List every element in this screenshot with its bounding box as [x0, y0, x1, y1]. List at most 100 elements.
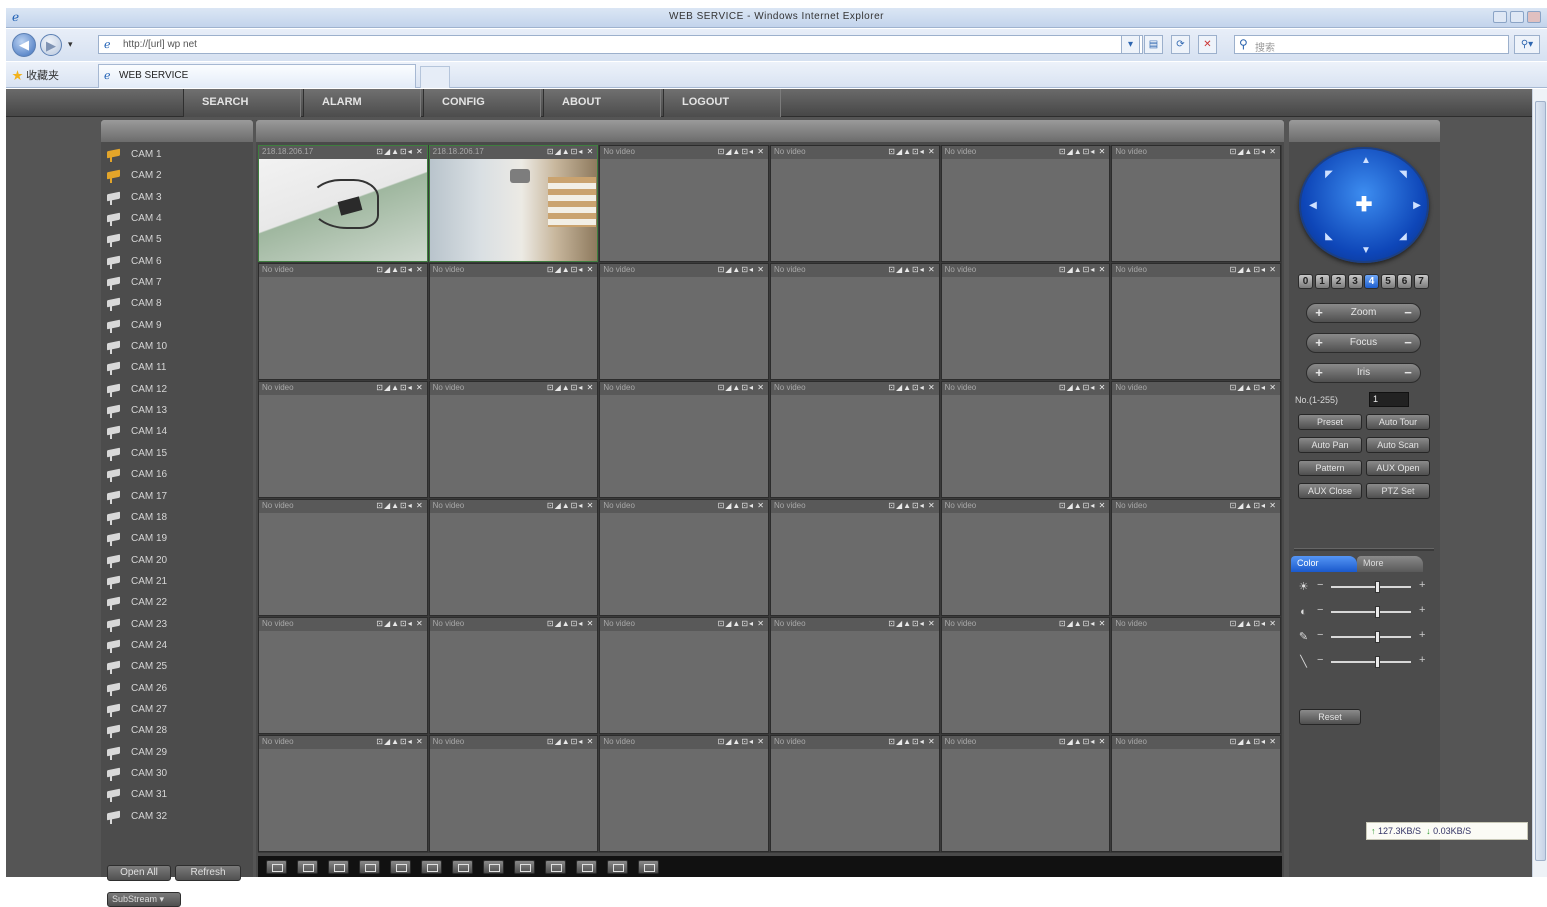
- video-cell[interactable]: No video ⊡◢▲⊡◂ ✕: [258, 735, 428, 852]
- layout-button-icon[interactable]: [638, 860, 659, 874]
- history-dropdown-icon[interactable]: ▾: [68, 39, 73, 50]
- aux-open-button[interactable]: AUX Open: [1366, 460, 1430, 476]
- address-dropdown-icon[interactable]: ▾: [1121, 35, 1140, 54]
- camera-item[interactable]: CAM 3: [106, 188, 251, 209]
- ptz-speed-button[interactable]: 7: [1413, 274, 1429, 289]
- cell-controls-icons[interactable]: ⊡◢▲⊡◂ ✕: [1059, 500, 1106, 513]
- layout-button-icon[interactable]: [359, 860, 380, 874]
- video-cell[interactable]: No video ⊡◢▲⊡◂ ✕: [428, 617, 599, 734]
- video-cell[interactable]: No video ⊡◢▲⊡◂ ✕: [770, 381, 940, 498]
- camera-item[interactable]: CAM 29: [106, 743, 251, 764]
- cell-controls-icons[interactable]: ⊡◢▲⊡◂ ✕: [1230, 146, 1277, 159]
- video-cell[interactable]: No video ⊡◢▲⊡◂ ✕: [770, 735, 940, 852]
- ptz-downleft-icon[interactable]: ◣: [1323, 231, 1335, 243]
- video-cell[interactable]: No video ⊡◢▲⊡◂ ✕: [258, 499, 428, 616]
- layout-button-icon[interactable]: [297, 860, 318, 874]
- ptz-speed-button[interactable]: 1: [1314, 274, 1330, 289]
- camera-item[interactable]: CAM 17: [106, 487, 251, 508]
- hue-slider[interactable]: ╲ − +: [1297, 654, 1432, 670]
- camera-item[interactable]: CAM 19: [106, 529, 251, 550]
- ptz-left-icon[interactable]: ◀: [1307, 200, 1319, 212]
- ptz-speed-button[interactable]: 2: [1331, 274, 1346, 289]
- camera-item[interactable]: CAM 12: [106, 380, 251, 401]
- camera-item[interactable]: CAM 11: [106, 358, 251, 379]
- layout-button-icon[interactable]: [545, 860, 566, 874]
- cell-controls-icons[interactable]: ⊡◢▲⊡◂ ✕: [376, 264, 423, 277]
- video-cell[interactable]: No video ⊡◢▲⊡◂ ✕: [940, 263, 1111, 380]
- cell-controls-icons[interactable]: ⊡◢▲⊡◂ ✕: [1059, 618, 1106, 631]
- cell-controls-icons[interactable]: ⊡◢▲⊡◂ ✕: [718, 382, 765, 395]
- saturation-knob[interactable]: [1375, 631, 1380, 643]
- camera-item[interactable]: CAM 9: [106, 316, 251, 337]
- camera-item[interactable]: CAM 31: [106, 785, 251, 806]
- tab-more[interactable]: More: [1357, 556, 1423, 572]
- contrast-decrease-icon[interactable]: −: [1317, 604, 1323, 616]
- video-cell[interactable]: No video ⊡◢▲⊡◂ ✕: [599, 617, 769, 734]
- video-cell[interactable]: No video ⊡◢▲⊡◂ ✕: [599, 735, 769, 852]
- pattern-button[interactable]: Pattern: [1298, 460, 1362, 476]
- camera-item[interactable]: CAM 5: [106, 230, 251, 251]
- cell-controls-icons[interactable]: ⊡◢▲⊡◂ ✕: [888, 618, 935, 631]
- ptz-downright-icon[interactable]: ◢: [1397, 231, 1409, 243]
- video-cell[interactable]: No video ⊡◢▲⊡◂ ✕: [258, 263, 428, 380]
- camera-item[interactable]: CAM 23: [106, 615, 251, 636]
- video-cell[interactable]: No video ⊡◢▲⊡◂ ✕: [599, 263, 769, 380]
- preset-number-input[interactable]: 1: [1369, 392, 1409, 407]
- ptz-down-icon[interactable]: ▼: [1360, 245, 1372, 257]
- cell-controls-icons[interactable]: ⊡◢▲⊡◂ ✕: [376, 618, 423, 631]
- cell-controls-icons[interactable]: ⊡◢▲⊡◂ ✕: [1059, 146, 1106, 159]
- video-cell[interactable]: 218.18.206.17 ⊡◢▲⊡◂ ✕: [258, 145, 428, 262]
- layout-button-icon[interactable]: [328, 860, 349, 874]
- contrast-track[interactable]: [1331, 611, 1411, 613]
- brightness-decrease-icon[interactable]: −: [1317, 579, 1323, 591]
- minimize-button[interactable]: [1493, 11, 1507, 23]
- layout-button-icon[interactable]: [266, 860, 287, 874]
- video-cell[interactable]: No video ⊡◢▲⊡◂ ✕: [940, 145, 1111, 262]
- camera-item[interactable]: CAM 16: [106, 465, 251, 486]
- cell-controls-icons[interactable]: ⊡◢▲⊡◂ ✕: [1059, 736, 1106, 749]
- cell-controls-icons[interactable]: ⊡◢▲⊡◂ ✕: [1230, 736, 1277, 749]
- zoom-out-button[interactable]: −: [1400, 304, 1416, 322]
- cell-controls-icons[interactable]: ⊡◢▲⊡◂ ✕: [1230, 500, 1277, 513]
- scrollbar-thumb[interactable]: [1535, 101, 1546, 861]
- camera-item[interactable]: CAM 7: [106, 273, 251, 294]
- camera-item[interactable]: CAM 8: [106, 294, 251, 315]
- search-go-button[interactable]: ⚲▾: [1514, 35, 1540, 54]
- zoom-in-button[interactable]: +: [1311, 304, 1327, 322]
- cell-controls-icons[interactable]: ⊡◢▲⊡◂ ✕: [376, 382, 423, 395]
- auto-tour-button[interactable]: Auto Tour: [1366, 414, 1430, 430]
- layout-button-icon[interactable]: [576, 860, 597, 874]
- aux-close-button[interactable]: AUX Close: [1298, 483, 1362, 499]
- open-all-button[interactable]: Open All: [107, 865, 171, 881]
- video-cell[interactable]: No video ⊡◢▲⊡◂ ✕: [428, 381, 599, 498]
- video-cell[interactable]: No video ⊡◢▲⊡◂ ✕: [940, 499, 1111, 616]
- iris-minus-button[interactable]: −: [1400, 364, 1416, 382]
- video-cell[interactable]: No video ⊡◢▲⊡◂ ✕: [1111, 145, 1281, 262]
- ptz-speed-button[interactable]: 3: [1347, 274, 1363, 289]
- camera-item[interactable]: CAM 4: [106, 209, 251, 230]
- cell-controls-icons[interactable]: ⊡◢▲⊡◂ ✕: [888, 382, 935, 395]
- video-cell[interactable]: No video ⊡◢▲⊡◂ ✕: [599, 381, 769, 498]
- cell-controls-icons[interactable]: ⊡◢▲⊡◂ ✕: [547, 146, 594, 159]
- layout-button-icon[interactable]: [390, 860, 411, 874]
- video-cell[interactable]: No video ⊡◢▲⊡◂ ✕: [940, 735, 1111, 852]
- cell-controls-icons[interactable]: ⊡◢▲⊡◂ ✕: [718, 264, 765, 277]
- contrast-knob[interactable]: [1375, 606, 1380, 618]
- video-cell[interactable]: No video ⊡◢▲⊡◂ ✕: [1111, 381, 1281, 498]
- video-cell[interactable]: No video ⊡◢▲⊡◂ ✕: [428, 263, 599, 380]
- cell-controls-icons[interactable]: ⊡◢▲⊡◂ ✕: [888, 736, 935, 749]
- brightness-knob[interactable]: [1375, 581, 1380, 593]
- camera-item[interactable]: CAM 13: [106, 401, 251, 422]
- video-cell[interactable]: No video ⊡◢▲⊡◂ ✕: [770, 617, 940, 734]
- compatibility-view-icon[interactable]: ▤: [1144, 35, 1163, 54]
- hue-decrease-icon[interactable]: −: [1317, 654, 1323, 666]
- cell-controls-icons[interactable]: ⊡◢▲⊡◂ ✕: [1230, 618, 1277, 631]
- saturation-increase-icon[interactable]: +: [1419, 629, 1425, 641]
- reset-button[interactable]: Reset: [1299, 709, 1361, 725]
- cell-controls-icons[interactable]: ⊡◢▲⊡◂ ✕: [1230, 264, 1277, 277]
- contrast-slider[interactable]: ◐ − +: [1297, 604, 1432, 620]
- ptz-speed-button[interactable]: 5: [1380, 274, 1396, 289]
- menu-logout[interactable]: LOGOUT: [663, 89, 781, 117]
- video-cell[interactable]: 218.18.206.17 ⊡◢▲⊡◂ ✕: [428, 145, 599, 262]
- layout-button-icon[interactable]: [514, 860, 535, 874]
